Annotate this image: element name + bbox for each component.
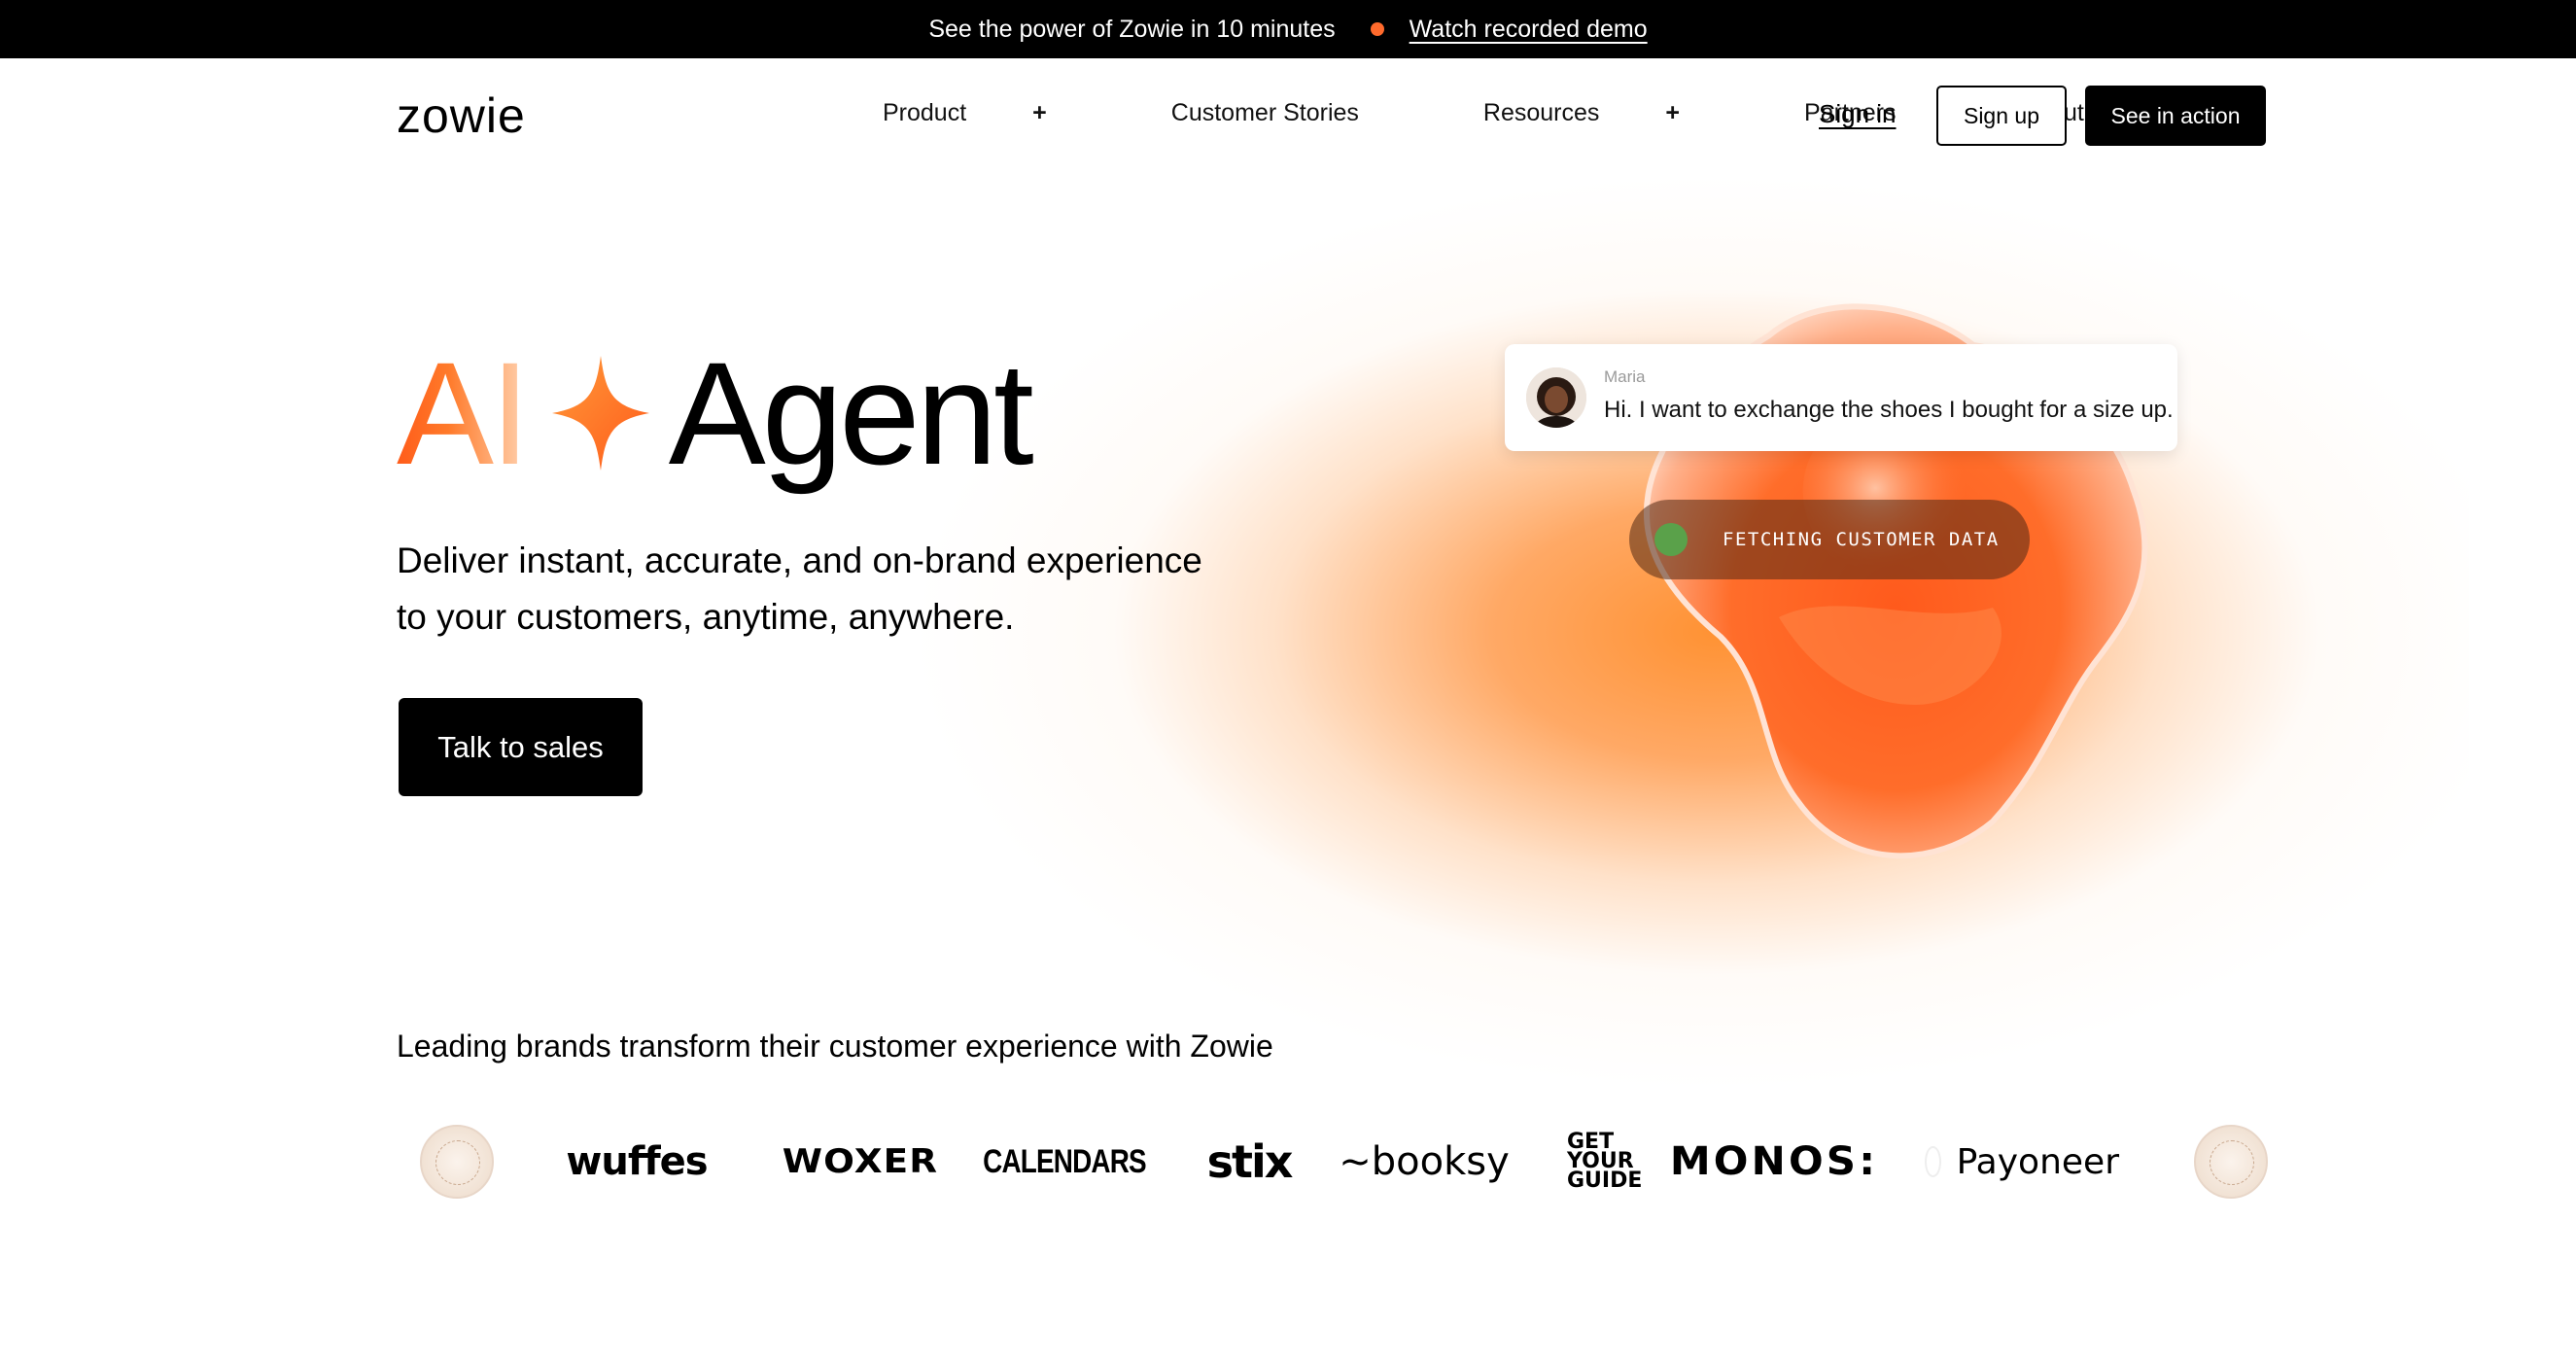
chat-message-text: Hi. I want to exchange the shoes I bough…	[1604, 397, 2174, 423]
announcement-dot	[1370, 22, 1384, 36]
hero-title-ai: AI	[397, 330, 531, 498]
calendars-logo: CALENDARS	[983, 1142, 1146, 1180]
talk-to-sales-button[interactable]: Talk to sales	[399, 698, 643, 796]
nav-item-label: Resources	[1482, 99, 1600, 126]
getyourguide-logo: GET YOUR GUIDE	[1567, 1118, 1645, 1205]
brand-logos-row: wuffes WOXER CALENDARS stix ~ booksy GET …	[0, 1118, 2576, 1205]
hero-subtitle-line1: Deliver instant, accurate, and on-brand …	[397, 541, 1202, 580]
wuffes-logo: wuffes	[566, 1139, 708, 1184]
payoneer-ring-icon	[1925, 1146, 1941, 1177]
announcement-text: See the power of Zowie in 10 minutes	[928, 15, 1336, 43]
main-nav: zowie Product + Customer Stories Resource…	[0, 58, 2576, 175]
plus-icon: +	[1032, 99, 1047, 126]
hero-title: AI Agent	[397, 332, 1034, 495]
see-in-action-button[interactable]: See in action	[2085, 86, 2266, 146]
nav-item-product[interactable]: Product +	[883, 99, 1109, 127]
chat-message-card: Maria Hi. I want to exchange the shoes I…	[1505, 344, 2177, 451]
plus-icon: +	[1665, 99, 1681, 126]
sign-in-link[interactable]: Sign in	[1819, 99, 1897, 129]
hero-title-agent: Agent	[668, 331, 1034, 495]
user-avatar-icon	[1526, 367, 1586, 428]
watch-demo-link[interactable]: Watch recorded demo	[1410, 16, 1648, 44]
avatar	[1526, 367, 1586, 428]
announcement-bar: See the power of Zowie in 10 minutes Wat…	[0, 0, 2576, 58]
chat-sender-name: Maria	[1604, 367, 1646, 386]
status-dot-icon	[1654, 523, 1688, 556]
status-pill: FETCHING CUSTOMER DATA	[1629, 500, 2030, 579]
booksy-logo: ~ booksy	[1339, 1118, 1510, 1205]
payoneer-text: Payoneer	[1956, 1141, 2119, 1182]
monos-logo: MONOS:	[1669, 1139, 1879, 1184]
logo-text: zowie	[397, 88, 526, 143]
status-text: FETCHING CUSTOMER DATA	[1723, 529, 2000, 550]
payoneer-logo: Payoneer	[1925, 1118, 2119, 1205]
stix-logo: stix	[1206, 1135, 1294, 1188]
nav-item-resources[interactable]: Resources +	[1483, 99, 1742, 127]
sign-up-button[interactable]: Sign up	[1936, 86, 2067, 146]
zowie-logo[interactable]: zowie	[397, 87, 526, 144]
seal-badge-logo	[418, 1118, 496, 1205]
gyg-line: GUIDE	[1567, 1169, 1643, 1193]
hero-subtitle-line2: to your customers, anytime, anywhere.	[397, 597, 1015, 637]
nav-item-customer-stories[interactable]: Customer Stories	[1171, 99, 1421, 127]
seal-badge-logo-2	[2192, 1118, 2270, 1205]
booksy-mark: ~	[1339, 1139, 1372, 1184]
nav-item-label: Product	[883, 99, 967, 126]
nav-item-label: Customer Stories	[1170, 99, 1359, 126]
brands-heading: Leading brands transform their customer …	[397, 1029, 1273, 1064]
woxer-logo: WOXER	[782, 1142, 939, 1181]
hero-subtitle: Deliver instant, accurate, and on-brand …	[397, 533, 1271, 646]
booksy-text: booksy	[1371, 1139, 1510, 1184]
sparkle-icon	[551, 356, 649, 471]
